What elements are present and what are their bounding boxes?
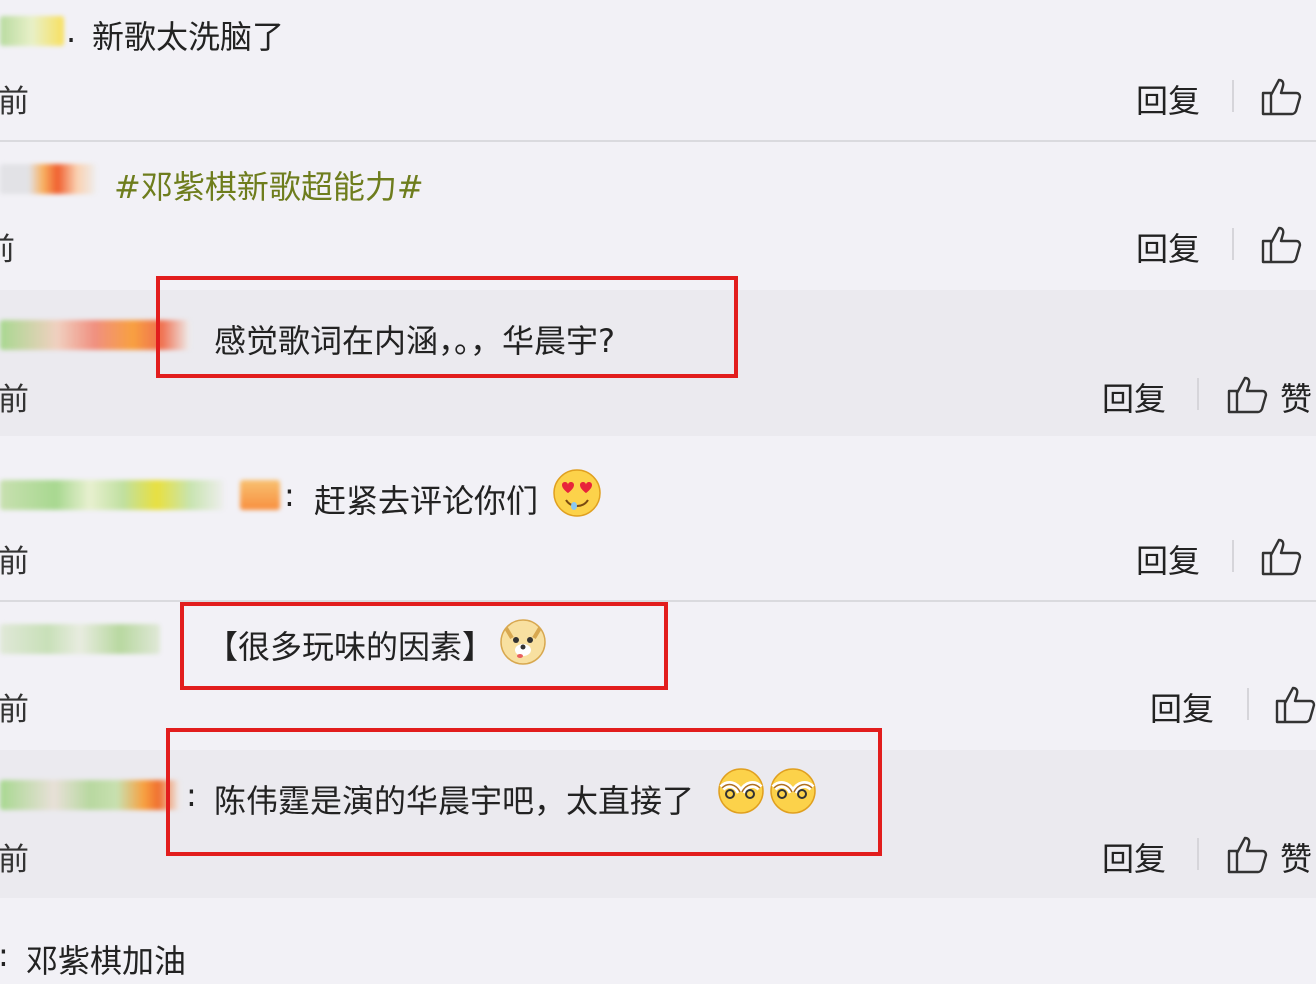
colon: : xyxy=(284,476,295,514)
comment-time: 前 xyxy=(0,692,29,728)
reply-button[interactable]: 回复 xyxy=(1136,76,1200,122)
thumbs-up-icon[interactable] xyxy=(1226,374,1268,414)
thumbs-up-icon[interactable] xyxy=(1226,834,1268,874)
comment-time: 前 xyxy=(0,224,15,269)
comment-7: : 邓紫棋加油 xyxy=(0,898,1316,984)
like-label[interactable]: 赞 xyxy=(1280,374,1312,420)
reply-button[interactable]: 回复 xyxy=(1102,834,1166,880)
reply-button[interactable]: 回复 xyxy=(1136,536,1200,582)
reply-button[interactable]: 回复 xyxy=(1102,374,1166,420)
separator xyxy=(1232,228,1234,260)
comment-1: 新歌太洗脑了 . 前 回复 xyxy=(0,0,1316,142)
colon: . xyxy=(66,12,77,50)
comment-4: : 赶紧去评论你们 前 回复 xyxy=(0,436,1316,600)
comment-text: 新歌太洗脑了 xyxy=(92,18,285,56)
reply-button[interactable]: 回复 xyxy=(1136,224,1200,270)
comment-time: 前 xyxy=(0,84,29,120)
separator xyxy=(1232,540,1234,572)
username-blurred[interactable] xyxy=(0,780,180,810)
comment-time: 前 xyxy=(0,544,29,580)
reply-button[interactable]: 回复 xyxy=(1150,684,1214,730)
comment-2: #邓紫棋新歌超能力# 前 回复 xyxy=(0,142,1316,290)
like-label[interactable]: 赞 xyxy=(1280,834,1312,880)
separator xyxy=(1232,80,1234,112)
thumbs-up-icon[interactable] xyxy=(1260,224,1302,264)
separator xyxy=(1197,838,1199,870)
topic-hashtag[interactable]: #邓紫棋新歌超能力# xyxy=(114,162,424,208)
username-blurred[interactable] xyxy=(0,164,96,194)
thumbs-up-icon[interactable] xyxy=(1260,76,1302,116)
comment-time: 前 xyxy=(0,842,29,878)
comment-text: 邓紫棋加油 xyxy=(26,942,187,980)
avatar-badge-blurred xyxy=(240,480,280,510)
username-blurred[interactable] xyxy=(0,624,160,654)
highlight-box-2 xyxy=(180,602,668,690)
highlight-box-1 xyxy=(156,276,738,378)
heart-eyes-emoji xyxy=(553,469,601,517)
highlight-box-3 xyxy=(166,728,882,856)
thumbs-up-icon[interactable] xyxy=(1260,536,1302,576)
separator xyxy=(1197,378,1199,410)
colon: : xyxy=(0,936,9,974)
comment-time: 前 xyxy=(0,382,29,418)
thumbs-up-icon[interactable] xyxy=(1274,684,1316,724)
comment-text: 赶紧去评论你们 xyxy=(314,482,539,520)
username-blurred[interactable] xyxy=(0,16,64,46)
username-blurred[interactable] xyxy=(0,480,224,510)
separator xyxy=(1247,688,1249,720)
